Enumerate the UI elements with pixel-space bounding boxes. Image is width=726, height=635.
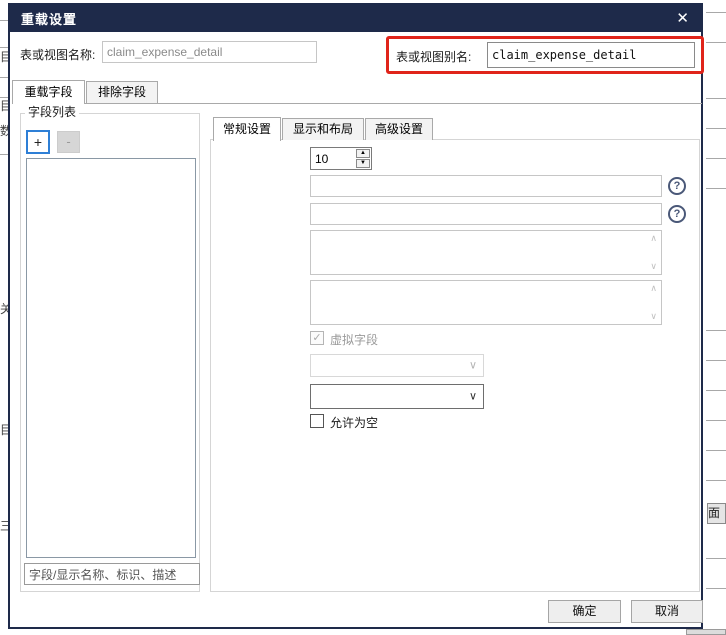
help-icon[interactable]: ? <box>668 205 686 223</box>
display-order-value[interactable] <box>311 148 355 169</box>
tab-general-settings[interactable]: 常规设置 <box>213 117 281 141</box>
table-alias-label: 表或视图别名: <box>396 48 471 65</box>
close-icon[interactable]: ✕ <box>676 11 690 26</box>
display-name-textarea[interactable]: ∧ ∨ <box>310 230 662 275</box>
bg-cell: 面 <box>707 503 726 524</box>
tab-advanced-settings[interactable]: 高级设置 <box>365 118 433 140</box>
dialog-titlebar: 重载设置 ✕ <box>10 5 701 32</box>
tab-display-layout[interactable]: 显示和布局 <box>282 118 364 140</box>
help-icon[interactable]: ? <box>668 177 686 195</box>
screen: 目 目 数 关 目 三 面 重载设置 ✕ 表或视图名称: 表或视图别名: 重载字… <box>0 0 726 635</box>
field-listbox[interactable] <box>26 158 196 558</box>
field-filter-input[interactable] <box>24 563 200 585</box>
field-list-legend: 字段列表 <box>25 103 79 120</box>
ok-button[interactable]: 确定 <box>548 600 621 623</box>
chevron-down-icon: ∨ <box>469 389 477 402</box>
data-type-dropdown[interactable]: ∨ <box>310 354 484 377</box>
remove-field-button[interactable]: - <box>57 131 80 153</box>
field-desc-textarea[interactable]: ∧ ∨ <box>310 280 662 325</box>
dialog-title: 重载设置 <box>21 9 77 28</box>
display-order-spinner[interactable]: ▲ ▼ <box>310 147 372 170</box>
scroll-down-icon[interactable]: ∨ <box>650 312 657 321</box>
spinner-up-icon[interactable]: ▲ <box>356 149 370 158</box>
spinner-down-icon[interactable]: ▼ <box>356 159 370 168</box>
allow-null-label: 允许为空 <box>330 414 378 431</box>
scroll-down-icon[interactable]: ∨ <box>650 262 657 271</box>
virtual-field-checkbox[interactable]: ✓ <box>310 331 324 345</box>
tab-reload-fields[interactable]: 重载字段 <box>12 80 85 104</box>
tab-exclude-fields[interactable]: 排除字段 <box>86 81 158 103</box>
cancel-button[interactable]: 取消 <box>631 600 703 623</box>
field-name-input[interactable] <box>310 175 662 197</box>
virtual-field-label: 虚拟字段 <box>330 331 378 348</box>
allow-null-checkbox[interactable] <box>310 414 324 428</box>
scroll-up-icon[interactable]: ∧ <box>650 284 657 293</box>
scroll-up-icon[interactable]: ∧ <box>650 234 657 243</box>
control-type-dropdown[interactable]: ∨ <box>310 384 484 409</box>
bg-fragment <box>686 629 726 635</box>
table-alias-input[interactable] <box>487 42 695 68</box>
add-field-button[interactable]: + <box>26 130 50 154</box>
table-name-input[interactable] <box>102 41 317 63</box>
field-id-input[interactable] <box>310 203 662 225</box>
chevron-down-icon: ∨ <box>469 358 477 371</box>
table-name-label: 表或视图名称: <box>20 46 95 63</box>
